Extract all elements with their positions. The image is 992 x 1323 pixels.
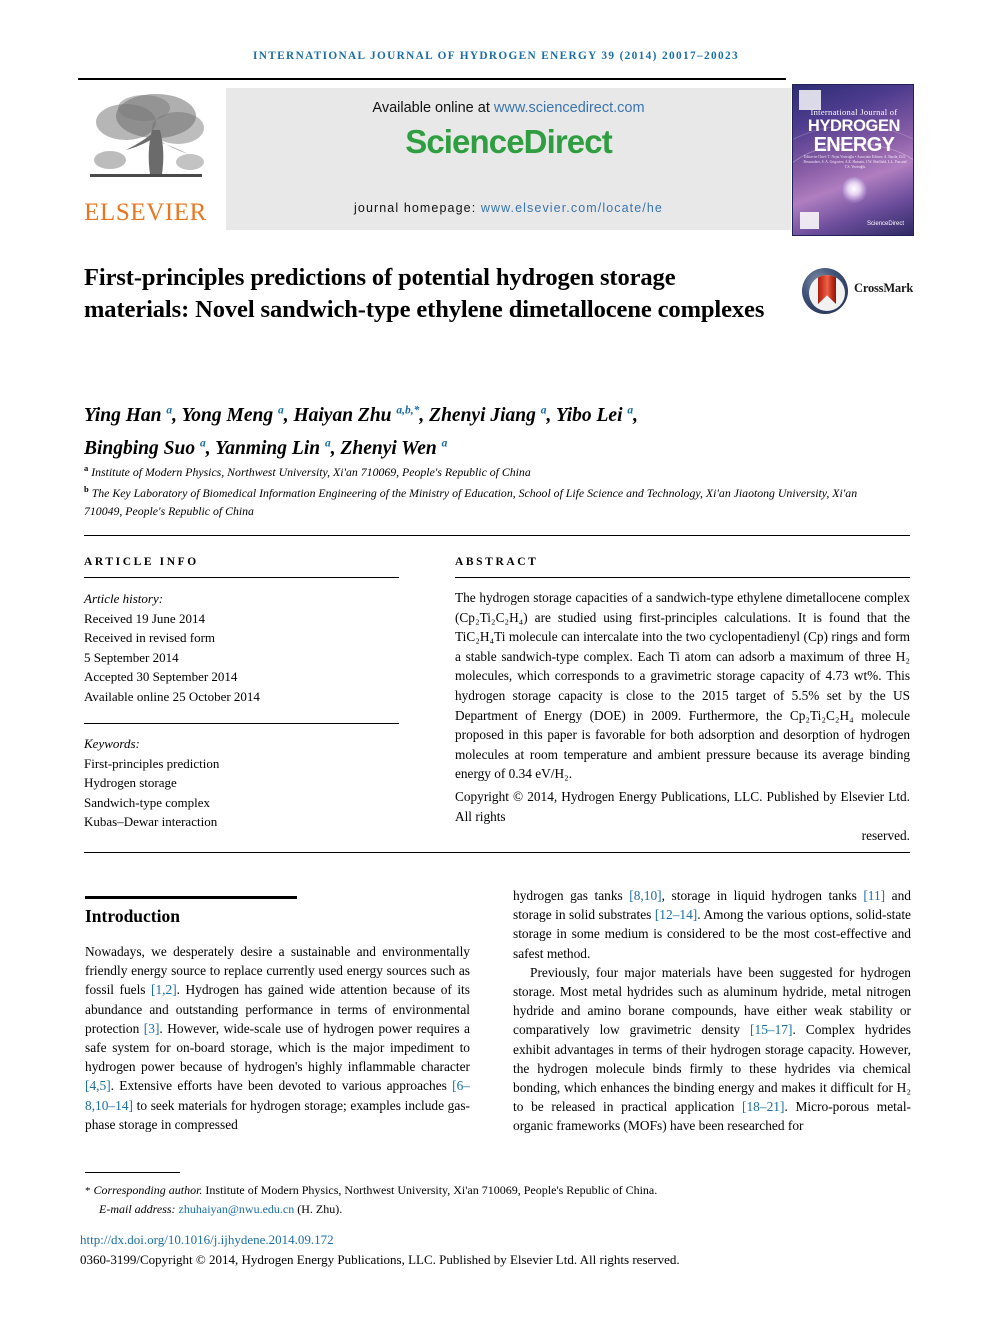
author-name: , Yanming Lin	[205, 438, 325, 459]
keyword-item: Kubas–Dewar interaction	[84, 814, 218, 829]
sciencedirect-logo-direct: Direct	[523, 123, 613, 160]
elsevier-logo: ELSEVIER	[78, 86, 213, 234]
author-affil-mark: a,b,*	[396, 404, 420, 416]
abstract-copyright: Copyright © 2014, Hydrogen Energy Public…	[455, 787, 910, 846]
body-paragraph: Nowadays, we desperately desire a sustai…	[85, 944, 470, 1132]
journal-article-first-page: International Journal of Hydrogen Energy…	[0, 0, 992, 1323]
article-history-label: Article history:	[84, 591, 164, 606]
affiliation-item: b The Key Laboratory of Biomedical Infor…	[84, 481, 884, 520]
corresponding-author-label: Corresponding author.	[93, 1183, 203, 1197]
header-top-rule	[78, 78, 786, 80]
abstract-text: The hydrogen storage capacities of a san…	[455, 590, 910, 782]
author-name: , Zhenyi Wen	[330, 438, 442, 459]
email-line: E-mail address: zhuhaiyan@nwu.edu.cn (H.…	[85, 1201, 915, 1219]
article-history-item: Accepted 30 September 2014	[84, 669, 238, 684]
author-affil-mark: a	[441, 437, 448, 450]
author-line-2: Bingbing Suo a, Yanming Lin a, Zhenyi We…	[84, 437, 448, 460]
keywords-label: Keywords:	[84, 736, 140, 751]
author-name: , Yibo Lei	[546, 404, 628, 426]
cover-editors: Editor-in-Chief: T. Nejat Veziroğlu • As…	[803, 155, 907, 169]
author-name: ,	[633, 404, 639, 426]
author-list: Ying Han a, Yong Meng a, Haiyan Zhu a,b,…	[84, 396, 864, 463]
elsevier-wordmark: ELSEVIER	[84, 199, 207, 226]
doi-link[interactable]: http://dx.doi.org/10.1016/j.ijhydene.201…	[80, 1232, 334, 1248]
author-name: Ying Han	[84, 404, 167, 426]
article-history-item: Received in revised form	[84, 630, 216, 645]
sciencedirect-url-link[interactable]: www.sciencedirect.com	[494, 100, 645, 116]
body-column-right: hydrogen gas tanks [8,10], storage in li…	[513, 886, 911, 1136]
cover-orb-graphic	[841, 177, 867, 203]
article-info-heading: Article info	[84, 556, 199, 568]
author-name: , Zhenyi Jiang	[419, 404, 541, 426]
crossmark-badge[interactable]: CrossMark	[800, 266, 940, 322]
author-name: , Haiyan Zhu	[283, 404, 397, 426]
keyword-item: First-principles prediction	[84, 755, 220, 771]
body-paragraph: Previously, four major materials have be…	[513, 964, 911, 1134]
page-title: First-principles predictions of potentia…	[84, 264, 765, 323]
footnote-star-marker: *	[85, 1185, 91, 1197]
running-head: International Journal of Hydrogen Energy…	[253, 50, 739, 62]
elsevier-tree-icon	[90, 94, 204, 177]
journal-cover-thumbnail[interactable]: International Journal of HYDROGEN ENERGY…	[792, 84, 914, 236]
article-history-item: Received 19 June 2014	[84, 610, 205, 626]
email-link[interactable]: zhuhaiyan@nwu.edu.cn	[179, 1202, 295, 1216]
author-name: , Yong Meng	[172, 404, 278, 426]
affiliation-mark: b	[84, 484, 89, 495]
journal-homepage-link[interactable]: www.elsevier.com/locate/he	[481, 201, 663, 215]
email-suffix: (H. Zhu).	[294, 1201, 343, 1216]
title-block: First-principles predictions of potentia…	[84, 262, 784, 326]
affiliation-text: The Key Laboratory of Biomedical Informa…	[84, 486, 858, 518]
body-column-left: Introduction Nowadays, we desperately de…	[85, 896, 470, 1134]
cover-sciencedirect-mark: ScienceDirect	[866, 221, 904, 227]
sciencedirect-logo[interactable]: ScienceDirect	[226, 123, 791, 161]
footnote-block: * Corresponding author. Institute of Mod…	[85, 1182, 915, 1218]
section-heading-introduction: Introduction	[85, 906, 180, 926]
affiliation-text: Institute of Modern Physics, Northwest U…	[91, 464, 531, 479]
crossmark-ribbon-icon	[818, 275, 836, 304]
keyword-item: Sandwich-type complex	[84, 794, 210, 810]
article-history-item: Available online 25 October 2014	[84, 688, 260, 704]
crossmark-label: CrossMark	[854, 281, 914, 295]
available-online-text: Available online at	[372, 100, 494, 116]
sciencedirect-logo-science: Science	[405, 123, 524, 160]
available-online-line: Available online at www.sciencedirect.co…	[226, 88, 791, 116]
cover-ihe-logo	[800, 212, 819, 229]
crossmark-icon-inner	[809, 275, 845, 311]
keywords-rule	[84, 723, 399, 724]
footnote-rule	[85, 1172, 180, 1173]
section-heading-rule	[85, 896, 297, 899]
journal-homepage-line: journal homepage: www.elsevier.com/locat…	[226, 201, 791, 215]
keyword-item: Hydrogen storage	[84, 775, 177, 790]
keywords-list: First-principles prediction Hydrogen sto…	[84, 754, 399, 832]
abstract-copyright-text: Copyright © 2014, Hydrogen Energy Public…	[455, 788, 910, 824]
abstract-section: Abstract The hydrogen storage capacities…	[455, 556, 910, 846]
abstract-top-rule	[84, 535, 910, 536]
abstract-heading: Abstract	[455, 556, 539, 568]
issn-copyright-line: 0360-3199/Copyright © 2014, Hydrogen Ene…	[80, 1252, 680, 1267]
abstract-copyright-end: reserved.	[861, 828, 910, 844]
corresponding-author-address: Institute of Modern Physics, Northwest U…	[202, 1183, 658, 1197]
corresponding-author-line: * Corresponding author. Institute of Mod…	[85, 1182, 915, 1201]
abstract-bottom-rule	[84, 852, 910, 853]
author-line-1: Ying Han a, Yong Meng a, Haiyan Zhu a,b,…	[84, 404, 639, 426]
body-paragraph: hydrogen gas tanks [8,10], storage in li…	[513, 888, 912, 961]
sciencedirect-banner: Available online at www.sciencedirect.co…	[226, 88, 791, 230]
affiliation-item: a Institute of Modern Physics, Northwest…	[84, 460, 884, 481]
article-info-section: Article info Article history: Received 1…	[84, 556, 399, 832]
journal-header: ELSEVIER Available online at www.science…	[78, 84, 914, 236]
author-name: Bingbing Suo	[84, 438, 200, 459]
article-history-item: 5 September 2014	[84, 649, 179, 665]
crossmark-icon	[802, 268, 848, 314]
abstract-rule	[455, 577, 910, 578]
email-label: E-mail address:	[99, 1201, 179, 1216]
cover-title-energy: ENERGY	[813, 134, 895, 156]
article-info-rule	[84, 577, 399, 578]
cover-title-small: International Journal of	[810, 107, 898, 117]
article-history: Article history: Received 19 June 2014 R…	[84, 589, 399, 706]
journal-homepage-label: journal homepage:	[354, 201, 481, 215]
affiliation-list: a Institute of Modern Physics, Northwest…	[84, 460, 884, 520]
affiliation-mark: a	[84, 463, 89, 473]
